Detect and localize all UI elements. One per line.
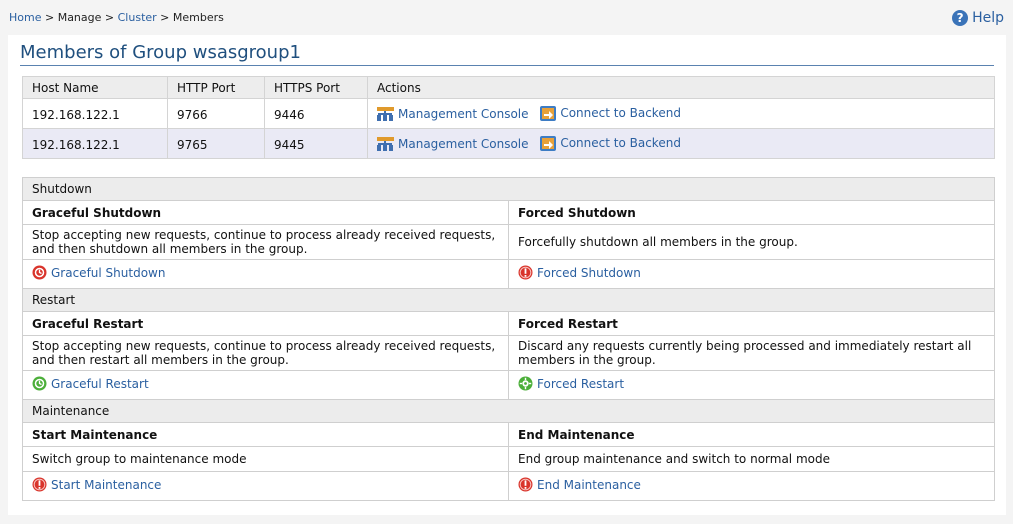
graceful-shutdown-label: Graceful Shutdown xyxy=(51,265,166,280)
section-row: Restart xyxy=(22,288,995,312)
section-row: Shutdown xyxy=(22,177,995,201)
start-maintenance-label: Start Maintenance xyxy=(51,477,162,492)
table-header-row: Host Name HTTP Port HTTPS Port Actions xyxy=(22,76,995,99)
http-port-cell: 9765 xyxy=(167,128,265,159)
operation-title-row: Graceful Restart Forced Restart xyxy=(22,311,995,336)
section-row: Maintenance xyxy=(22,399,995,423)
help-icon: ? xyxy=(952,10,969,26)
breadcrumb-manage: Manage xyxy=(57,11,102,24)
https-port-cell: 9445 xyxy=(264,128,368,159)
http-port-cell: 9766 xyxy=(167,98,265,129)
section-maintenance: Maintenance xyxy=(22,399,995,423)
actions-cell: Management Console Connect to Backend xyxy=(367,98,995,129)
section-shutdown: Shutdown xyxy=(22,177,995,201)
operation-link-row: Graceful Restart Forced Restart xyxy=(22,370,995,400)
start-maintenance-icon xyxy=(32,477,47,492)
operation-link-row: Start Maintenance End Maintenance xyxy=(22,471,995,501)
breadcrumb: Home > Manage > Cluster > Members xyxy=(9,11,224,24)
section-restart: Restart xyxy=(22,288,995,312)
forced-shutdown-icon xyxy=(518,265,533,280)
connect-backend-icon xyxy=(540,135,557,151)
group-operations-table: Shutdown Graceful Shutdown Forced Shutdo… xyxy=(22,177,995,501)
operation-link-cell: Forced Shutdown xyxy=(508,259,995,289)
table-row: 192.168.122.1 9766 9446 Management Conso… xyxy=(22,98,995,129)
start-maintenance-description: Switch group to maintenance mode xyxy=(22,446,509,472)
operation-description-row: Stop accepting new requests, continue to… xyxy=(22,335,995,371)
graceful-restart-description: Stop accepting new requests, continue to… xyxy=(22,335,509,371)
operation-title-row: Graceful Shutdown Forced Shutdown xyxy=(22,200,995,225)
end-maintenance-title: End Maintenance xyxy=(508,422,995,447)
operation-link-cell: Forced Restart xyxy=(508,370,995,400)
operation-link-cell: Start Maintenance xyxy=(22,471,509,501)
forced-shutdown-label: Forced Shutdown xyxy=(537,265,641,280)
column-header-actions: Actions xyxy=(367,76,995,99)
connect-backend-icon xyxy=(540,105,557,121)
end-maintenance-description: End group maintenance and switch to norm… xyxy=(508,446,995,472)
forced-restart-link[interactable]: Forced Restart xyxy=(518,376,624,391)
host-name-cell: 192.168.122.1 xyxy=(22,98,168,129)
graceful-shutdown-title: Graceful Shutdown xyxy=(22,200,509,225)
operation-link-row: Graceful Shutdown Forced Shutdown xyxy=(22,259,995,289)
graceful-shutdown-description: Stop accepting new requests, continue to… xyxy=(22,224,509,260)
connect-backend-link[interactable]: Connect to Backend xyxy=(540,105,681,121)
operation-link-cell: Graceful Shutdown xyxy=(22,259,509,289)
connect-backend-link[interactable]: Connect to Backend xyxy=(540,135,681,151)
operation-title-row: Start Maintenance End Maintenance xyxy=(22,422,995,447)
help-link[interactable]: ? Help xyxy=(952,10,1004,26)
host-name-cell: 192.168.122.1 xyxy=(22,128,168,159)
forced-restart-label: Forced Restart xyxy=(537,376,625,391)
end-maintenance-icon xyxy=(518,477,533,492)
page-title: Members of Group wsasgroup1 xyxy=(20,42,301,63)
breadcrumb-separator: > xyxy=(44,11,55,24)
title-divider xyxy=(20,65,994,66)
graceful-restart-label: Graceful Restart xyxy=(51,376,149,391)
content-panel: Members of Group wsasgroup1 Host Name HT… xyxy=(8,35,1006,515)
members-table: Host Name HTTP Port HTTPS Port Actions 1… xyxy=(22,76,995,159)
breadcrumb-members: Members xyxy=(172,11,224,24)
forced-restart-title: Forced Restart xyxy=(508,311,995,336)
graceful-restart-icon xyxy=(32,376,47,391)
https-port-cell: 9446 xyxy=(264,98,368,129)
help-label: Help xyxy=(972,10,1004,26)
graceful-shutdown-link[interactable]: Graceful Shutdown xyxy=(32,265,165,280)
operation-link-cell: End Maintenance xyxy=(508,471,995,501)
breadcrumb-separator: > xyxy=(104,11,115,24)
operation-description-row: Switch group to maintenance mode End gro… xyxy=(22,446,995,472)
management-console-link[interactable]: Management Console xyxy=(377,136,529,151)
management-console-icon xyxy=(377,136,394,151)
forced-restart-icon xyxy=(518,376,533,391)
operation-link-cell: Graceful Restart xyxy=(22,370,509,400)
connect-backend-label: Connect to Backend xyxy=(560,136,681,150)
column-header-http-port: HTTP Port xyxy=(167,76,265,99)
breadcrumb-home-link[interactable]: Home xyxy=(9,11,41,24)
forced-shutdown-title: Forced Shutdown xyxy=(508,200,995,225)
management-console-label: Management Console xyxy=(398,136,529,151)
breadcrumb-separator: > xyxy=(160,11,170,24)
connect-backend-label: Connect to Backend xyxy=(560,106,681,120)
start-maintenance-title: Start Maintenance xyxy=(22,422,509,447)
graceful-restart-title: Graceful Restart xyxy=(22,311,509,336)
end-maintenance-link[interactable]: End Maintenance xyxy=(518,477,641,492)
start-maintenance-link[interactable]: Start Maintenance xyxy=(32,477,161,492)
management-console-link[interactable]: Management Console xyxy=(377,106,529,121)
end-maintenance-label: End Maintenance xyxy=(537,477,641,492)
graceful-restart-link[interactable]: Graceful Restart xyxy=(32,376,149,391)
forced-shutdown-description: Forcefully shutdown all members in the g… xyxy=(508,224,995,260)
operation-description-row: Stop accepting new requests, continue to… xyxy=(22,224,995,260)
forced-restart-description: Discard any requests currently being pro… xyxy=(508,335,995,371)
forced-shutdown-link[interactable]: Forced Shutdown xyxy=(518,265,641,280)
management-console-icon xyxy=(377,106,394,121)
graceful-shutdown-icon xyxy=(32,265,47,280)
column-header-https-port: HTTPS Port xyxy=(264,76,368,99)
actions-cell: Management Console Connect to Backend xyxy=(367,128,995,159)
breadcrumb-cluster-link[interactable]: Cluster xyxy=(118,11,157,24)
table-row: 192.168.122.1 9765 9445 Management Conso… xyxy=(22,128,995,159)
management-console-label: Management Console xyxy=(398,106,529,121)
column-header-host: Host Name xyxy=(22,76,168,99)
